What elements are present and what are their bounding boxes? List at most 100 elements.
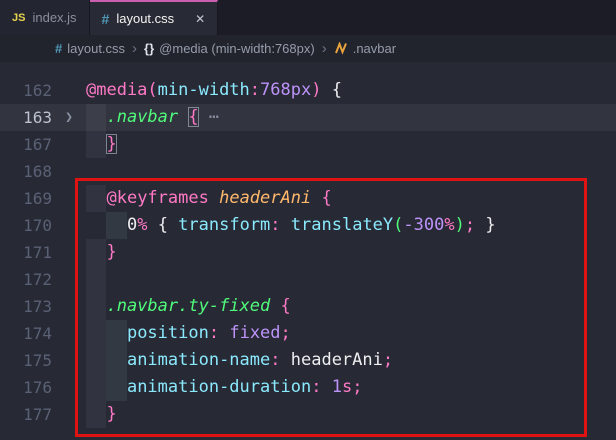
fold-gutter	[52, 374, 86, 401]
line-number: 169	[0, 185, 52, 212]
code-line-173[interactable]: 173 .navbar.ty-fixed {	[0, 293, 616, 320]
code-line-170[interactable]: 170 0% { transform: translateY(-300%); }	[0, 212, 616, 239]
line-content[interactable]: .navbar { ⋯	[86, 104, 616, 131]
code-token: ;	[352, 377, 362, 397]
code-line-163[interactable]: 163❯ .navbar { ⋯	[0, 104, 616, 131]
code-token: .navbar.ty-fixed	[106, 296, 270, 316]
code-editor[interactable]: 162@media(min-width:768px) {163❯ .navbar…	[0, 62, 616, 440]
tab-layout.css[interactable]: # layout.css ✕	[90, 0, 219, 35]
breadcrumb-item-3[interactable]: .navbar	[334, 41, 396, 56]
line-content[interactable]: @media(min-width:768px) {	[86, 77, 616, 104]
code-token: }	[106, 242, 116, 262]
line-content[interactable]: 0% { transform: translateY(-300%); }	[86, 212, 616, 239]
code-token: ;	[281, 323, 291, 343]
code-token	[86, 350, 127, 370]
code-token: s	[342, 377, 352, 397]
vscode-window: JSindex.js#layout.css✕ #layout.css›{}@me…	[0, 0, 616, 440]
line-tokens: }	[86, 134, 117, 154]
breadcrumb-label: layout.css	[67, 41, 125, 56]
line-number: 177	[0, 401, 52, 428]
line-number: 170	[0, 212, 52, 239]
code-token	[86, 188, 106, 208]
fold-gutter	[52, 158, 86, 185]
line-number: 174	[0, 320, 52, 347]
code-token	[86, 377, 127, 397]
fold-gutter	[52, 320, 86, 347]
code-token: }	[106, 134, 116, 154]
line-content[interactable]: }	[86, 401, 616, 428]
close-icon[interactable]: ✕	[195, 12, 205, 26]
code-token	[86, 296, 106, 316]
fold-gutter	[52, 266, 86, 293]
tab-label: layout.css	[116, 11, 174, 26]
line-content[interactable]: .navbar.ty-fixed {	[86, 293, 616, 320]
line-tokens: .navbar.ty-fixed {	[86, 296, 291, 316]
code-line-172[interactable]: 172	[0, 266, 616, 293]
line-tokens: animation-name: headerAni;	[86, 350, 393, 370]
code-line-167[interactable]: 167 }	[0, 131, 616, 158]
breadcrumb-separator: ›	[132, 41, 137, 56]
indent-shading	[86, 266, 106, 293]
code-token: {	[321, 80, 341, 100]
tab-index.js[interactable]: JS index.js	[0, 0, 90, 35]
line-tokens: position: fixed;	[86, 323, 291, 343]
code-token: 1	[332, 377, 342, 397]
code-line-169[interactable]: 169 @keyframes headerAni {	[0, 185, 616, 212]
code-token: %	[137, 215, 147, 235]
code-token	[86, 134, 106, 154]
js-file-icon: JS	[12, 12, 25, 24]
css-file-icon: #	[55, 41, 62, 56]
fold-gutter	[52, 401, 86, 428]
breadcrumb-label: @media (min-width:768px)	[159, 41, 315, 56]
code-token: }	[106, 404, 116, 424]
fold-gutter	[52, 77, 86, 104]
line-content[interactable]: animation-name: headerAni;	[86, 347, 616, 374]
css-file-icon: #	[102, 11, 110, 27]
tab-label: index.js	[32, 10, 76, 25]
fold-gutter	[52, 212, 86, 239]
fold-gutter	[52, 293, 86, 320]
line-content[interactable]: position: fixed;	[86, 320, 616, 347]
breadcrumb-item-2[interactable]: {}@media (min-width:768px)	[144, 41, 315, 56]
code-token: :	[209, 323, 219, 343]
fold-gutter	[52, 239, 86, 266]
tab-bar: JS index.js # layout.css ✕	[0, 0, 616, 35]
line-number: 168	[0, 158, 52, 185]
code-token	[86, 404, 106, 424]
line-number: 175	[0, 347, 52, 374]
code-token: @media(	[86, 80, 158, 100]
code-token: animation-name	[127, 350, 270, 370]
code-line-175[interactable]: 175 animation-name: headerAni;	[0, 347, 616, 374]
line-content[interactable]	[86, 158, 616, 185]
code-token: min-width	[158, 80, 250, 100]
code-rows: 162@media(min-width:768px) {163❯ .navbar…	[0, 62, 616, 428]
line-tokens: @keyframes headerAni {	[86, 188, 332, 208]
line-content[interactable]: @keyframes headerAni {	[86, 185, 616, 212]
code-line-168[interactable]: 168	[0, 158, 616, 185]
code-token	[281, 350, 291, 370]
line-content[interactable]	[86, 266, 616, 293]
line-tokens: @media(min-width:768px) {	[86, 80, 342, 100]
line-number: 167	[0, 131, 52, 158]
code-token: %	[444, 215, 454, 235]
code-token: position	[127, 323, 209, 343]
code-line-177[interactable]: 177 }	[0, 401, 616, 428]
code-token: (	[393, 215, 403, 235]
breadcrumb-item-1[interactable]: # layout.css	[55, 41, 125, 56]
code-line-162[interactable]: 162@media(min-width:768px) {	[0, 77, 616, 104]
fold-chevron-icon[interactable]: ❯	[52, 104, 86, 131]
code-line-171[interactable]: 171 }	[0, 239, 616, 266]
line-content[interactable]: }	[86, 131, 616, 158]
code-token: )	[455, 215, 465, 235]
css-rule-icon	[334, 41, 348, 56]
line-number: 172	[0, 266, 52, 293]
code-line-176[interactable]: 176 animation-duration: 1s;	[0, 374, 616, 401]
fold-gutter	[52, 131, 86, 158]
line-number: 163	[0, 104, 52, 131]
code-line-174[interactable]: 174 position: fixed;	[0, 320, 616, 347]
line-content[interactable]: }	[86, 239, 616, 266]
code-token: translateY	[291, 215, 393, 235]
line-content[interactable]: animation-duration: 1s;	[86, 374, 616, 401]
breadcrumb-separator: ›	[322, 41, 327, 56]
code-token	[219, 323, 229, 343]
